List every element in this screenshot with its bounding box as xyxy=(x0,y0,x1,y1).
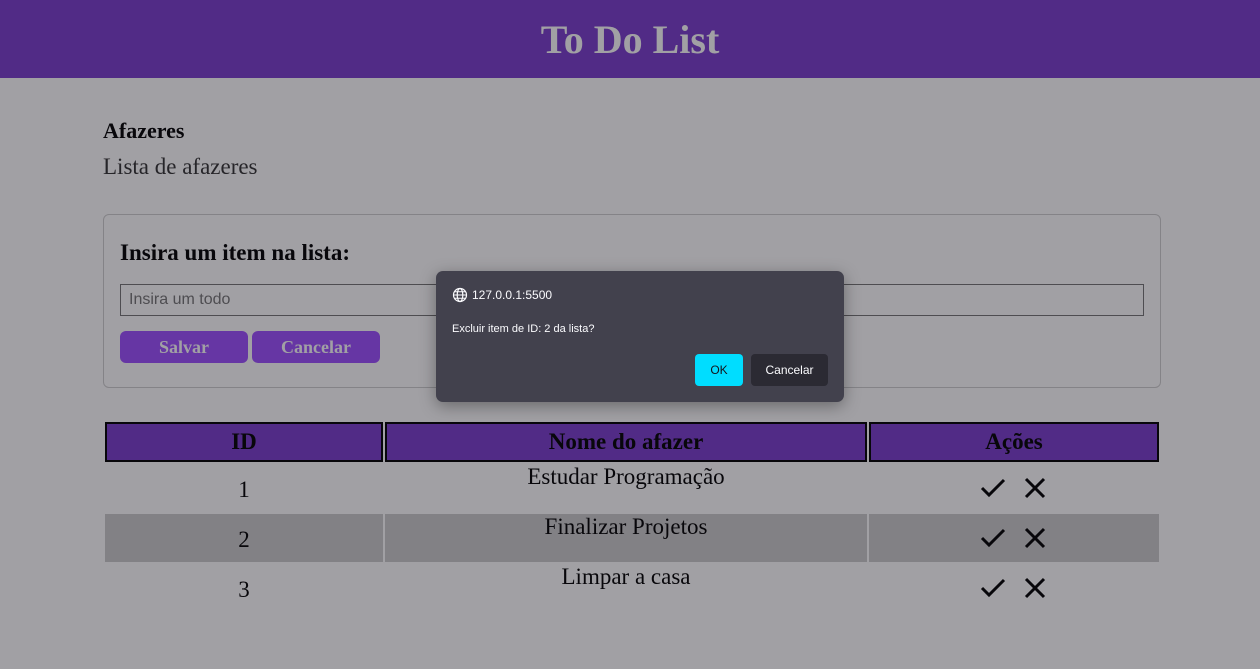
dialog-message: Excluir item de ID: 2 da lista? xyxy=(452,323,595,335)
globe-icon xyxy=(452,287,468,303)
confirm-dialog: 127.0.0.1:5500 Excluir item de ID: 2 da … xyxy=(436,271,844,402)
dialog-cancel-button[interactable]: Cancelar xyxy=(751,354,828,386)
dialog-origin-text: 127.0.0.1:5500 xyxy=(472,288,553,302)
dialog-origin: 127.0.0.1:5500 xyxy=(452,287,552,303)
dialog-ok-button[interactable]: OK xyxy=(695,354,743,386)
